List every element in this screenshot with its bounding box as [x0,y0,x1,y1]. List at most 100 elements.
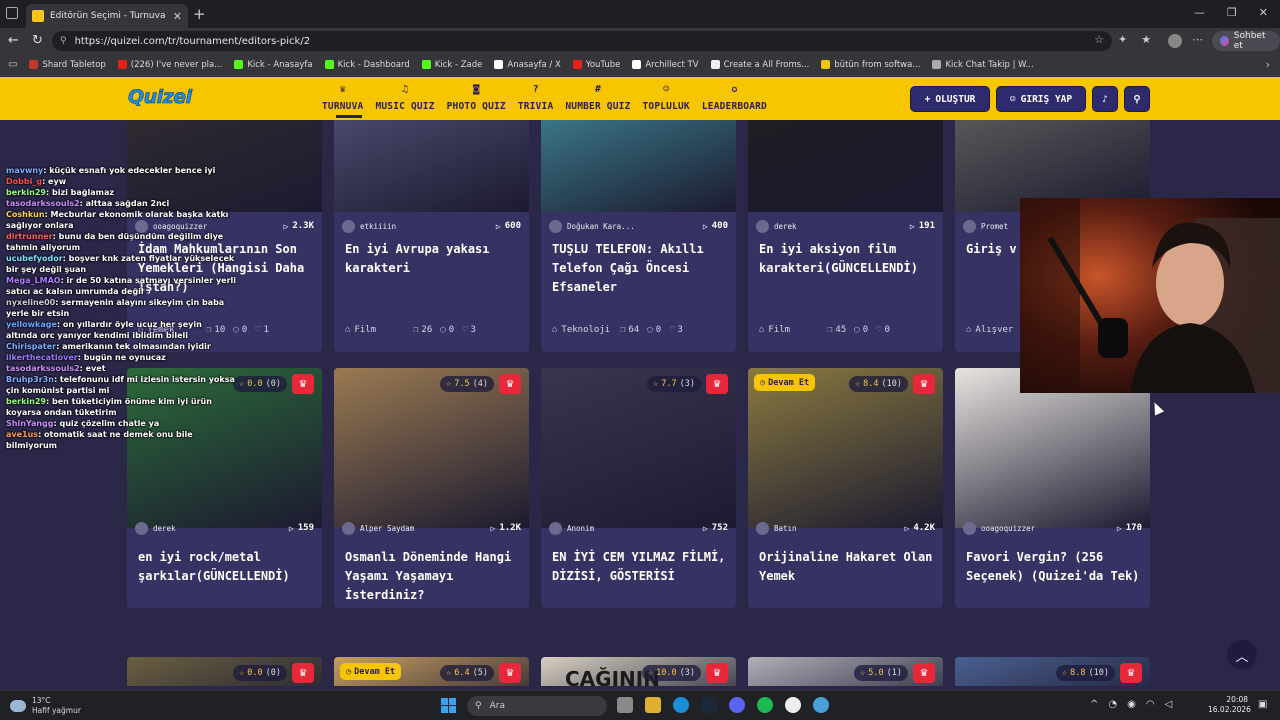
login-button[interactable]: ☺ GIRIŞ YAP [996,86,1086,112]
quiz-title[interactable]: Favori Vergin? (256 Seçenek) (Quizei'da … [966,548,1144,586]
continue-badge[interactable]: ◷ Devam Et [754,374,816,391]
likes-count[interactable]: ♡ 3 [462,325,476,335]
likes-count[interactable]: ♡ 1 [255,325,269,335]
quiz-title[interactable]: Osmanlı Döneminde Hangi Yaşamı Yaşamayı … [345,548,523,605]
app-icon[interactable] [813,697,829,713]
bookmark-item[interactable]: Anasayfa / X [494,60,561,70]
quiz-title[interactable]: TUŞLU TELEFON: Akıllı Telefon Çağı Önces… [552,240,730,297]
chat-username[interactable]: tasodarkssouls2 [6,364,80,373]
tray-app-icon[interactable]: ◔ [1108,699,1117,710]
bookmark-item[interactable]: Kick - Zade [421,60,482,70]
scroll-to-top-button[interactable]: ︿ [1227,640,1257,670]
more-options-icon[interactable]: ⋯ [1192,33,1203,46]
bookmark-item[interactable]: bütün from softwa... [821,60,920,70]
copilot-button[interactable]: Sohbet et [1212,31,1280,51]
nav-item-music-quiz[interactable]: ♫ MUSIC QUIZ [371,83,438,112]
favorites-icon[interactable]: ★ [1141,33,1151,46]
new-tab-icon[interactable]: + [193,5,206,23]
clock[interactable]: 20:08 16.02.2026 [1208,695,1251,715]
quiz-title[interactable]: En iyi aksiyon film karakteri(GÜNCELLEND… [759,240,937,278]
crown-button[interactable]: ♛ [292,663,314,683]
weather-widget[interactable]: 13°C Hafif yağmur [10,696,81,716]
quiz-card[interactable]: ☆ 7.5 (4) ♛ Alper Saydam ▷ 1.2K Osmanlı Dönemin… [334,368,529,608]
bookmark-item[interactable]: (226) I've never pla... [117,60,222,70]
nav-item-leaderboard[interactable]: ✪ LEADERBOARD [698,83,771,112]
category[interactable]: ⌂ Film [345,325,405,335]
bookmark-item[interactable]: Kick - Anasayfa [234,60,313,70]
chat-username[interactable]: Bruhp3r3n [6,375,54,384]
nav-item-trivia[interactable]: ? TRIVIA [514,83,558,112]
author[interactable]: Doğukan Kara... [549,219,703,233]
nav-item-photo-quiz[interactable]: ◙ PHOTO QUIZ [443,83,510,112]
chat-username[interactable]: tasodarkssouls2 [6,199,80,208]
quiz-card[interactable]: derek ▷ 191 En iyi aksiyon film karakteri(G… [748,120,943,352]
extensions-icon[interactable]: ✦ [1118,33,1127,46]
profile-avatar[interactable] [1168,34,1182,48]
chat-username[interactable]: nyxeline00 [6,298,55,307]
nav-item-number-quiz[interactable]: # NUMBER QUIZ [561,83,634,112]
crown-button[interactable]: ♛ [1120,663,1142,683]
quiz-card[interactable]: Doğukan Kara... ▷ 400 TUŞLU TELEFON: Akıllı… [541,120,736,352]
chat-username[interactable]: Mega_LMAO [6,276,61,285]
back-icon[interactable]: ← [8,33,19,48]
chat-username[interactable]: ucubefyodor [6,254,63,263]
quiz-thumbnail[interactable] [334,120,529,212]
edge-icon[interactable] [673,697,689,713]
chat-username[interactable]: ave1us [6,430,38,439]
quiz-card[interactable]: ☆ 0.0 (0) ♛ [127,657,322,686]
chat-username[interactable]: Coshkun [6,210,45,219]
bookmark-item[interactable]: Archillect TV [632,60,699,70]
chat-username[interactable]: Dobbi_g [6,177,42,186]
chat-username[interactable]: mavwny [6,166,43,175]
url-field[interactable]: ⚲ https://quizei.com/tr/tournament/edito… [52,31,1112,51]
notification-icon[interactable]: ▣ [1258,699,1267,710]
tab-actions-icon[interactable] [6,7,18,19]
category[interactable]: ⌂ Teknoloji [552,325,612,335]
author[interactable]: Alper Saydam [342,521,490,535]
quiz-title[interactable]: EN İYİ CEM YILMAZ FİLMİ, DİZİSİ, GÖSTERİ… [552,548,730,586]
author[interactable]: Anonim [549,521,703,535]
crown-button[interactable]: ♛ [499,663,521,683]
spotify-icon[interactable] [757,697,773,713]
bookmark-item[interactable]: Kick Chat Takip | W... [932,60,1034,70]
refresh-icon[interactable]: ↻ [32,33,43,48]
quiz-thumbnail[interactable] [541,120,736,212]
nav-item-topluluk[interactable]: ☺ TOPLULUK [639,83,694,112]
continue-badge[interactable]: ◷ Devam Et [340,663,402,680]
crown-button[interactable]: ♛ [499,374,521,394]
category[interactable]: ⌂ Film [759,325,819,335]
quiz-card[interactable]: ÇAĞININ ☆ 10.0 (3) ♛ [541,657,736,686]
quiz-title[interactable]: Orijinaline Hakaret Olan Yemek [759,548,937,586]
site-info-icon[interactable]: ⚲ [60,36,67,46]
quiz-thumbnail[interactable] [748,120,943,212]
likes-count[interactable]: ♡ 3 [669,325,683,335]
epic-icon[interactable] [785,697,801,713]
bookmark-item[interactable]: Create a All Froms... [710,60,809,70]
favorite-star-icon[interactable]: ☆ [1094,33,1104,46]
notifications-button[interactable]: ♪ [1092,86,1118,112]
quiz-card[interactable]: ☆ 5.0 (1) ♛ [748,657,943,686]
quiz-card[interactable]: ☆ 6.4 (5) ♛ ◷ Devam Et [334,657,529,686]
reading-list-icon[interactable]: ▭ [8,59,17,70]
volume-icon[interactable]: ◁ [1165,699,1173,710]
bookmark-item[interactable]: YouTube [572,60,620,70]
bookmark-item[interactable]: Shard Tabletop [29,60,106,70]
crown-button[interactable]: ♛ [706,374,728,394]
author[interactable]: etkiiiin [342,219,496,233]
file-explorer-icon[interactable] [645,697,661,713]
chat-username[interactable]: berkin29 [6,188,46,197]
author[interactable]: ooagoquizzer [963,521,1117,535]
task-view-icon[interactable] [617,697,633,713]
quiz-card[interactable]: ooagoquizzer ▷ 170 Favori Vergin? (256 Seçe… [955,368,1150,608]
bookmark-item[interactable]: Kick - Dashboard [324,60,410,70]
restore-icon[interactable]: ❐ [1227,6,1237,19]
quiz-card[interactable]: etkiiiin ▷ 600 En iyi Avrupa yakası karakte… [334,120,529,352]
crown-button[interactable]: ♛ [706,663,728,683]
chat-username[interactable]: berkin29 [6,397,46,406]
author[interactable]: derek [135,521,289,535]
search-button[interactable]: ⚲ [1124,86,1150,112]
close-window-icon[interactable]: ✕ [1259,6,1268,19]
more-bookmarks-icon[interactable]: › [1266,58,1270,71]
wifi-icon[interactable]: ◠ [1146,699,1155,710]
create-button[interactable]: + OLUŞTUR [910,86,990,112]
